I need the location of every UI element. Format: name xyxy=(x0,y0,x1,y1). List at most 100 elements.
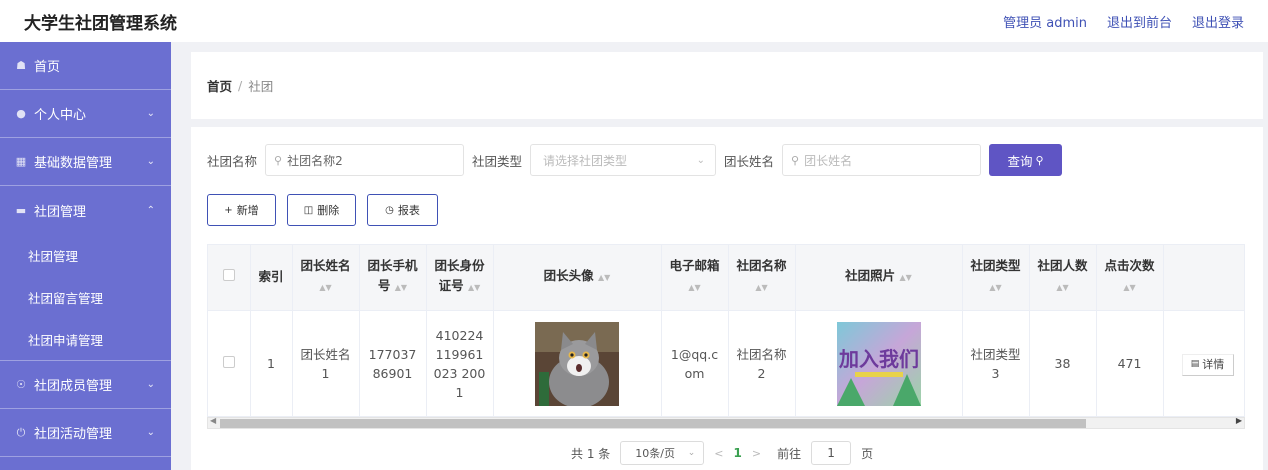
select-all-checkbox[interactable] xyxy=(222,269,235,282)
sidebar-item-home[interactable]: ☗ 首页 xyxy=(0,42,171,90)
cell-leader-id: 410224119961023 2001 xyxy=(426,310,494,416)
leader-name-label: 团长姓名 xyxy=(724,153,775,169)
sidebar-subitem-club-manage[interactable]: 社团管理 xyxy=(0,234,171,276)
pagination-total: 共 1 条 xyxy=(571,446,611,461)
chevron-down-icon: ⌄ xyxy=(146,108,155,119)
leader-name-placeholder: 团长姓名 xyxy=(804,153,853,168)
cell-club-photo: 加入我们 xyxy=(795,310,963,416)
col-leader-phone[interactable]: 团长手机号 ▲▼ xyxy=(359,245,427,311)
detail-button[interactable]: ▤ 详情 xyxy=(1181,353,1234,376)
sidebar-item-basic-data[interactable]: ▦ 基础数据管理 ⌄ xyxy=(0,138,171,186)
col-click-count-label: 点击次数 xyxy=(1104,258,1155,274)
col-leader-id[interactable]: 团长身份证号 ▲▼ xyxy=(426,245,494,311)
goto-page-input[interactable]: 1 xyxy=(811,441,852,465)
sort-icon[interactable]: ▲▼ xyxy=(1056,283,1068,292)
col-leader-name[interactable]: 团长姓名 ▲▼ xyxy=(292,245,360,311)
admin-link[interactable]: 管理员 admin xyxy=(1003,12,1087,31)
breadcrumb-home[interactable]: 首页 xyxy=(207,76,232,95)
prev-page-icon[interactable]: < xyxy=(714,447,723,460)
col-club-type[interactable]: 社团类型 ▲▼ xyxy=(962,245,1030,311)
col-member-count[interactable]: 社团人数 ▲▼ xyxy=(1029,245,1097,311)
content-card: 社团名称 ⚲ 社团名称2 社团类型 请选择社团类型 ⌄ 团长姓名 ⚲ 团长姓名 … xyxy=(191,127,1263,470)
col-leader-avatar[interactable]: 团长头像 ▲▼ xyxy=(493,245,662,311)
scroll-right-icon[interactable]: ▶ xyxy=(1236,416,1242,425)
cell-club-name: 社团名称2 xyxy=(728,310,796,416)
cell-leader-name: 团长姓名1 xyxy=(292,310,360,416)
sort-icon[interactable]: ▲▼ xyxy=(755,283,767,292)
sidebar-item-label: 个人中心 xyxy=(34,108,87,123)
club-name-label: 社团名称 xyxy=(207,153,258,169)
compass-icon: ☉ xyxy=(16,378,26,391)
scroll-left-icon[interactable]: ◀ xyxy=(210,416,216,425)
data-table: 索引 团长姓名 ▲▼ 团长手机号 ▲▼ 团长身份证号 ▲▼ 团长头像 ▲▼ 电子邮… xyxy=(207,244,1245,417)
col-leader-phone-label: 团长手机号 xyxy=(367,258,418,294)
sort-icon[interactable]: ▲▼ xyxy=(1123,283,1135,292)
logout-link[interactable]: 退出登录 xyxy=(1192,12,1244,31)
delete-button[interactable]: ◫ 删除 xyxy=(287,194,356,226)
report-label: 报表 xyxy=(397,204,420,217)
sort-icon[interactable]: ▲▼ xyxy=(688,283,700,292)
page-size-value: 10条/页 xyxy=(635,447,675,460)
sort-icon[interactable]: ▲▼ xyxy=(319,283,331,292)
ticket-icon: ▦ xyxy=(15,155,27,168)
report-button[interactable]: ◷ 报表 xyxy=(367,194,438,226)
table-row: 1 团长姓名1 17703786901 410224119961023 2001 xyxy=(208,310,1244,416)
next-page-icon[interactable]: > xyxy=(752,447,761,460)
top-bar: 大学生社团管理系统 管理员 admin 退出到前台 退出登录 xyxy=(0,0,1268,42)
col-club-name[interactable]: 社团名称 ▲▼ xyxy=(728,245,796,311)
horizontal-scrollbar[interactable]: ◀ ▶ xyxy=(207,416,1245,429)
col-click-count[interactable]: 点击次数 ▲▼ xyxy=(1096,245,1164,311)
add-button[interactable]: + 新增 xyxy=(207,194,276,226)
chevron-down-icon: ⌄ xyxy=(146,427,155,438)
goto-suffix: 页 xyxy=(861,446,874,461)
sidebar-subitem-club-apply[interactable]: 社团申请管理 xyxy=(0,318,171,360)
cell-click-count: 471 xyxy=(1096,310,1164,416)
breadcrumb-separator: / xyxy=(238,78,243,93)
query-label: 查询 xyxy=(1007,153,1033,169)
search-icon: ⚲ xyxy=(274,153,283,167)
scrollbar-thumb[interactable] xyxy=(220,419,1086,428)
back-to-front-link[interactable]: 退出到前台 xyxy=(1107,12,1172,31)
col-actions xyxy=(1163,245,1244,311)
col-index: 索引 xyxy=(250,245,293,311)
user-icon: ● xyxy=(16,107,26,120)
sort-icon[interactable]: ▲▼ xyxy=(395,283,407,292)
sidebar-subitem-club-message[interactable]: 社团留言管理 xyxy=(0,276,171,318)
breadcrumb-current: 社团 xyxy=(248,79,274,94)
power-icon: ⏻ xyxy=(16,425,26,439)
sort-icon[interactable]: ▲▼ xyxy=(989,283,1001,292)
page-number[interactable]: 1 xyxy=(733,446,741,460)
club-type-placeholder: 请选择社团类型 xyxy=(543,153,628,168)
goto-prefix: 前往 xyxy=(777,446,802,461)
row-checkbox[interactable] xyxy=(222,356,235,369)
sidebar-item-club[interactable]: ▬ 社团管理 ⌃ xyxy=(0,186,171,234)
search-form: 社团名称 ⚲ 社团名称2 社团类型 请选择社团类型 ⌄ 团长姓名 ⚲ 团长姓名 … xyxy=(207,144,1063,176)
sort-icon[interactable]: ▲▼ xyxy=(900,273,912,282)
club-name-input[interactable]: ⚲ 社团名称2 xyxy=(265,144,465,176)
leader-avatar-image[interactable] xyxy=(535,321,619,406)
sidebar-item-members[interactable]: ☉ 社团成员管理 ⌄ xyxy=(0,361,171,409)
sidebar-item-activities[interactable]: ⏻ 社团活动管理 ⌄ xyxy=(0,409,171,457)
col-club-photo-label: 社团照片 xyxy=(845,268,896,284)
col-club-photo[interactable]: 社团照片 ▲▼ xyxy=(795,245,963,311)
add-label: 新增 xyxy=(236,204,259,217)
sidebar-item-personal[interactable]: ● 个人中心 ⌄ xyxy=(0,90,171,138)
monitor-icon: ▬ xyxy=(15,203,27,217)
main-area: 首页 / 社团 社团名称 ⚲ 社团名称2 社团类型 请选择社团类型 ⌄ 团长姓名… xyxy=(171,42,1268,470)
col-email[interactable]: 电子邮箱 ▲▼ xyxy=(661,245,729,311)
detail-label: 详情 xyxy=(1202,358,1225,371)
chevron-down-icon: ⌄ xyxy=(146,156,155,167)
club-photo-image[interactable]: 加入我们 xyxy=(836,321,921,406)
sort-icon[interactable]: ▲▼ xyxy=(468,283,480,292)
cell-actions: ▤ 详情 xyxy=(1163,310,1244,416)
query-button[interactable]: 查询 ⚲ xyxy=(989,144,1063,176)
delete-label: 删除 xyxy=(317,204,340,217)
trash-icon: ◫ xyxy=(303,204,314,216)
col-index-label: 索引 xyxy=(258,269,284,285)
leader-name-input[interactable]: ⚲ 团长姓名 xyxy=(782,144,982,176)
sort-icon[interactable]: ▲▼ xyxy=(598,273,610,282)
col-club-type-label: 社团类型 xyxy=(970,258,1021,274)
search-icon: ⚲ xyxy=(1035,153,1044,167)
page-size-select[interactable]: 10条/页 ⌄ xyxy=(620,441,705,465)
club-type-select[interactable]: 请选择社团类型 ⌄ xyxy=(530,144,717,176)
